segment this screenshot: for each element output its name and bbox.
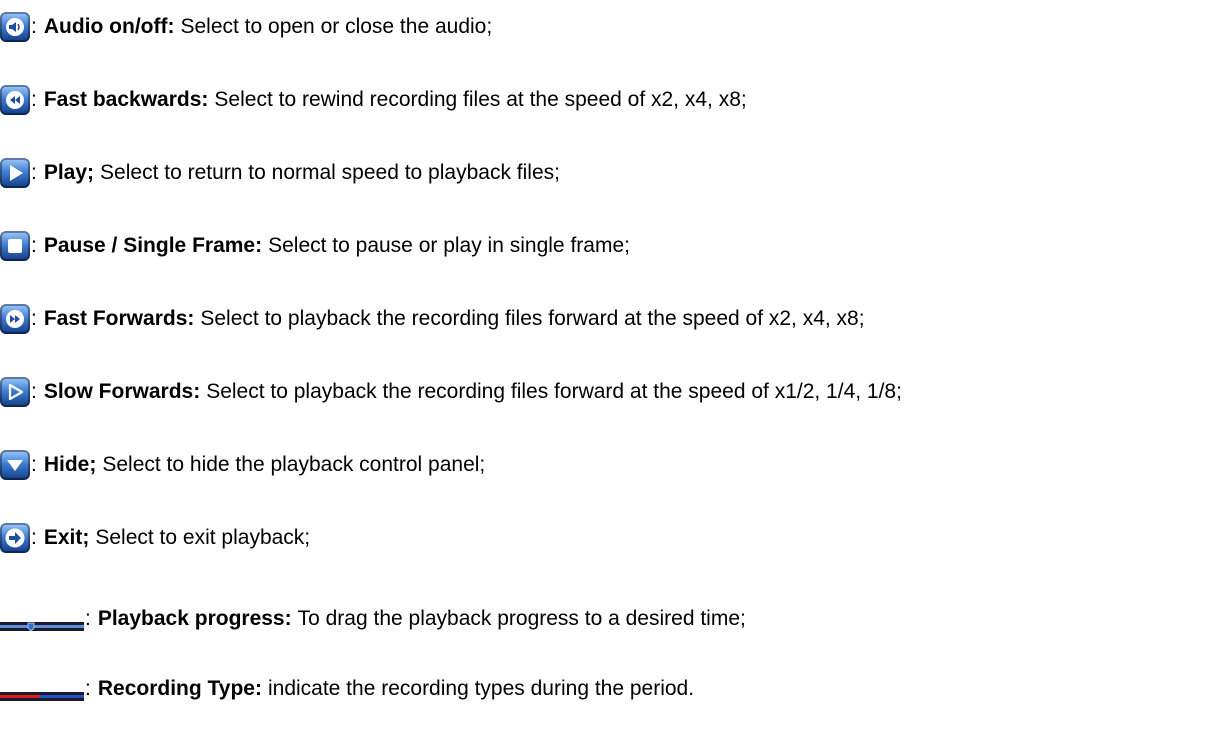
legend-item-hide: : Hide; Select to hide the playback cont… xyxy=(0,450,485,480)
slow-forward-icon xyxy=(0,377,30,407)
separator-colon: : xyxy=(85,607,91,630)
term-label: Recording Type: xyxy=(97,677,262,700)
fast-backward-icon xyxy=(0,85,30,115)
description-text: Select to open or close the audio; xyxy=(180,15,493,38)
legend-item-fast-forwards: : Fast Forwards: Select to playback the … xyxy=(0,304,865,334)
separator-colon: : xyxy=(31,453,37,476)
legend-item-pause: : Pause / Single Frame: Select to pause … xyxy=(0,231,630,261)
legend-item-recording-type: : Recording Type: indicate the recording… xyxy=(0,676,694,702)
description-text: Select to playback the recording files f… xyxy=(206,380,902,403)
separator-colon: : xyxy=(31,161,37,184)
description-text: Select to return to normal speed to play… xyxy=(100,161,560,184)
recording-type-bar-icon xyxy=(0,683,84,702)
separator-colon: : xyxy=(31,380,37,403)
legend-item-fast-backwards: : Fast backwards: Select to rewind recor… xyxy=(0,85,747,115)
legend-item-exit: : Exit; Select to exit playback; xyxy=(0,523,310,553)
term-label: Play; xyxy=(43,161,95,184)
legend-item-play: : Play; Select to return to normal speed… xyxy=(0,158,560,188)
play-icon xyxy=(0,158,30,188)
description-text: Select to pause or play in single frame; xyxy=(268,234,630,257)
legend-item-audio: : Audio on/off: Select to open or close … xyxy=(0,12,492,42)
term-label: Exit; xyxy=(43,526,90,549)
term-label: Slow Forwards: xyxy=(43,380,201,403)
fast-forward-icon xyxy=(0,304,30,334)
description-text: To drag the playback progress to a desir… xyxy=(297,607,746,630)
separator-colon: : xyxy=(31,307,37,330)
term-label: Playback progress: xyxy=(97,607,292,630)
speaker-icon xyxy=(0,12,30,42)
description-text: Select to hide the playback control pane… xyxy=(102,453,486,476)
term-label: Fast Forwards: xyxy=(43,307,195,330)
term-label: Hide; xyxy=(43,453,97,476)
description-text: Select to exit playback; xyxy=(95,526,311,549)
separator-colon: : xyxy=(31,15,37,38)
term-label: Audio on/off: xyxy=(43,15,175,38)
stop-icon xyxy=(0,231,30,261)
hide-down-arrow-icon xyxy=(0,450,30,480)
term-label: Pause / Single Frame: xyxy=(43,234,263,257)
term-label: Fast backwards: xyxy=(43,88,209,111)
description-text: Select to rewind recording files at the … xyxy=(214,88,747,111)
legend-item-slow-forwards: : Slow Forwards: Select to playback the … xyxy=(0,377,902,407)
separator-colon: : xyxy=(31,526,37,549)
separator-colon: : xyxy=(31,234,37,257)
description-text: Select to playback the recording files f… xyxy=(200,307,865,330)
exit-arrow-icon xyxy=(0,523,30,553)
legend-item-playback-progress: : Playback progress: To drag the playbac… xyxy=(0,606,746,632)
progress-bar-icon xyxy=(0,613,84,632)
description-text: indicate the recording types during the … xyxy=(267,677,695,700)
separator-colon: : xyxy=(85,677,91,700)
separator-colon: : xyxy=(31,88,37,111)
